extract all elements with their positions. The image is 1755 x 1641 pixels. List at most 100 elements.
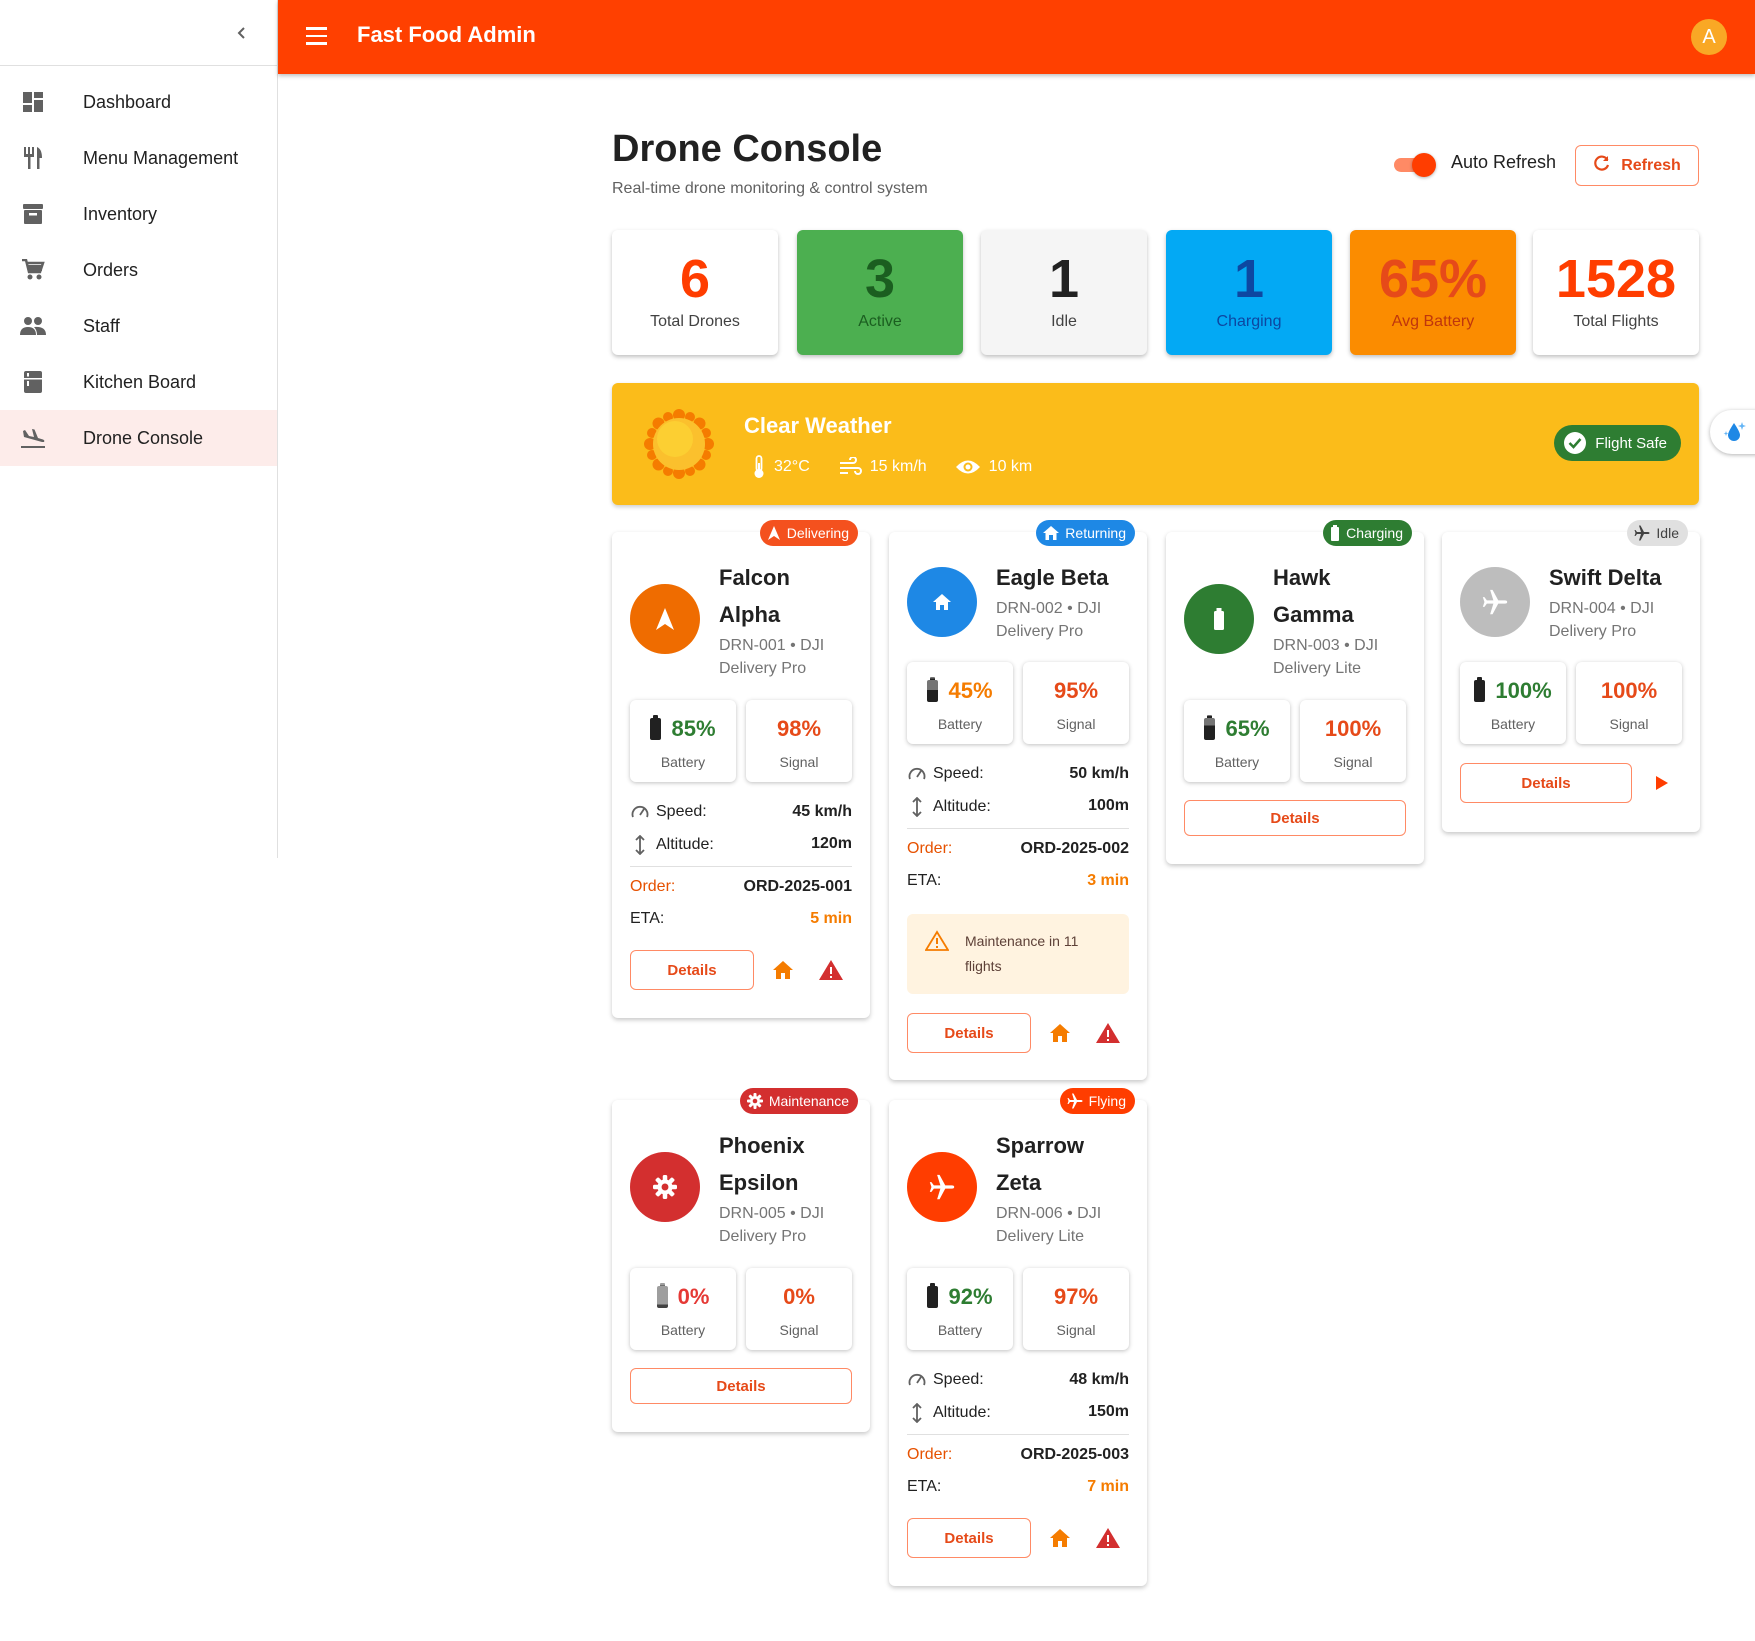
battery-value: 92% [948,1284,993,1309]
drone-model: DRN-006 • DJI Delivery Lite [996,1202,1126,1248]
drone-name: Sparrow Zeta [996,1127,1136,1201]
battery-icon [927,1283,939,1308]
sidebar-item-label: Inventory [83,203,158,224]
status-label: Returning [1065,525,1126,541]
menu-icon[interactable] [302,22,332,52]
signal-value: 100% [1600,678,1658,703]
sidebar-item-kitchen-board[interactable]: Kitchen Board [0,354,277,410]
height-icon [907,797,927,817]
weather-wind: 15 km/h [869,458,927,475]
eta-value: 5 min [810,910,852,927]
warning-icon[interactable] [1093,1018,1123,1048]
weather-details: 32°C 15 km/h 10 km [752,455,1060,479]
drone-card-hawk-gamma[interactable]: Charging Hawk Gamma DRN-003 • DJI Delive… [1166,520,1424,864]
stat-label: Total Drones [650,313,740,331]
details-button[interactable]: Details [630,950,754,990]
drone-card-swift-delta[interactable]: Idle Swift Delta DRN-004 • DJI Delivery … [1442,520,1700,832]
sidebar-item-menu-management[interactable]: Menu Management [0,130,277,186]
battery-icon [656,1283,668,1308]
signal-label: Signal [1056,716,1096,732]
details-button[interactable]: Details [907,1518,1031,1558]
drone-card-eagle-beta[interactable]: Returning Eagle Beta DRN-002 • DJI Deliv… [889,520,1147,1080]
sidebar-item-drone-console[interactable]: Drone Console [0,410,277,466]
altitude-value: 100m [1088,797,1129,814]
eta-row: ETA: 7 min [907,1478,1129,1496]
signal-metric: 95% Signal [1023,662,1129,744]
signal-label: Signal [1056,1322,1096,1338]
speedometer-icon [907,766,927,782]
altitude-value: 150m [1088,1403,1129,1420]
speed-label: Speed: [656,803,707,820]
dashboard-icon [20,89,46,115]
battery-metric: 85% Battery [630,700,736,782]
signal-metric: 0% Signal [746,1268,852,1350]
drone-card-falcon-alpha[interactable]: Delivering Falcon Alpha DRN-001 • DJI De… [612,520,870,1018]
water-drop-icon[interactable] [1710,410,1755,454]
details-button[interactable]: Details [1184,800,1406,836]
stat-label: Total Flights [1573,313,1659,331]
refresh-icon [1593,154,1611,177]
battery-label: Battery [1490,716,1536,732]
refresh-button[interactable]: Refresh [1575,145,1699,186]
battery-label: Battery [937,716,983,732]
sidebar-item-label: Dashboard [83,91,172,112]
order-value: ORD-2025-003 [1020,1446,1130,1463]
details-button[interactable]: Details [630,1368,852,1404]
height-icon [630,835,650,855]
speed-row: Speed: 45 km/h [630,803,852,821]
battery-icon [1204,715,1216,740]
battery-label: Battery [660,754,706,770]
details-button[interactable]: Details [907,1013,1031,1053]
stat-charging: 1 Charging [1166,230,1332,355]
flight-safe-label: Flight Safe [1595,434,1667,452]
drone-name-line: Zeta [996,1170,1042,1195]
sidebar-header [0,0,277,66]
status-label: Delivering [786,525,849,541]
auto-refresh-switch[interactable] [1392,152,1436,177]
altitude-row: Altitude: 100m [907,797,1129,817]
drone-card-phoenix-epsilon[interactable]: Maintenance Phoenix Epsilon DRN-005 • DJ… [612,1088,870,1432]
drone-card-sparrow-zeta[interactable]: Flying Sparrow Zeta DRN-006 • DJI Delive… [889,1088,1147,1586]
speed-value: 50 km/h [1069,765,1129,782]
battery-charging-icon [1184,584,1254,654]
navigation-icon [767,525,781,541]
sidebar-item-dashboard[interactable]: Dashboard [0,74,277,130]
maintenance-alert: Maintenance in 11 flights [907,914,1129,994]
home-icon[interactable] [768,955,798,985]
details-button[interactable]: Details [1460,763,1632,803]
signal-metric: 97% Signal [1023,1268,1129,1350]
altitude-label: Altitude: [933,798,991,815]
home-icon [907,567,977,637]
speed-row: Speed: 50 km/h [907,765,1129,783]
battery-label: Battery [937,1322,983,1338]
order-value: ORD-2025-001 [743,878,853,895]
warning-icon[interactable] [816,955,846,985]
eta-row: ETA: 3 min [907,872,1129,890]
warning-icon[interactable] [1093,1523,1123,1553]
warning-outline-icon [924,930,950,957]
stat-label: Idle [1051,313,1077,331]
divider [907,828,1129,829]
weather-temperature: 32°C [774,458,810,475]
sidebar-item-orders[interactable]: Orders [0,242,277,298]
home-icon[interactable] [1045,1018,1075,1048]
avatar[interactable]: A [1691,19,1727,55]
sidebar-item-inventory[interactable]: Inventory [0,186,277,242]
sidebar-item-staff[interactable]: Staff [0,298,277,354]
drone-name-line: Hawk [1273,565,1331,590]
altitude-label: Altitude: [933,1404,991,1421]
stat-value: 6 [679,249,711,309]
battery-label: Battery [1214,754,1260,770]
battery-metric: 0% Battery [630,1268,736,1350]
home-icon[interactable] [1045,1523,1075,1553]
signal-label: Signal [779,1322,819,1338]
status-badge: Returning [1036,520,1135,546]
signal-label: Signal [1609,716,1649,732]
sidebar: Dashboard Menu Management Inventory Orde… [0,0,278,858]
play-icon[interactable] [1647,768,1677,798]
chevron-left-icon[interactable] [227,18,257,48]
thermometer-icon [752,455,766,479]
flight-safe-badge: Flight Safe [1554,425,1681,461]
auto-refresh-toggle[interactable]: Auto Refresh [1392,152,1556,177]
speed-label: Speed: [933,1371,984,1388]
